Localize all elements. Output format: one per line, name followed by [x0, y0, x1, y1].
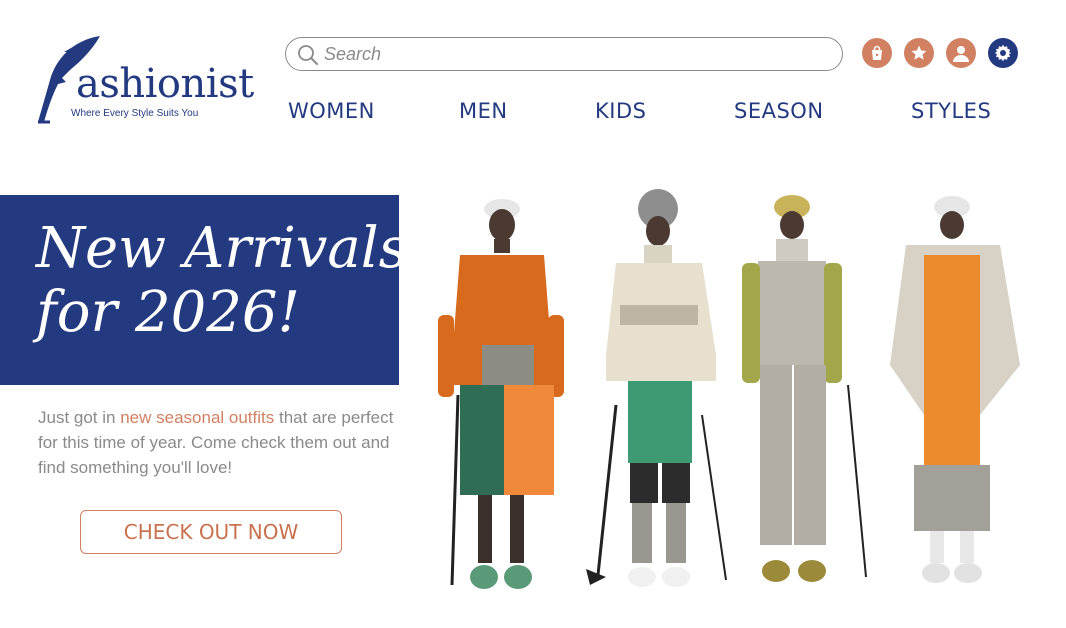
brand-tagline: Where Every Style Suits You	[71, 108, 199, 119]
hero-title-line-1: New Arrivals	[36, 216, 408, 281]
nav-kids[interactable]: KIDS	[595, 99, 646, 123]
hero-desc-highlight-link[interactable]: new seasonal outfits	[120, 408, 274, 427]
favorites-button[interactable]	[904, 38, 934, 68]
account-button[interactable]	[946, 38, 976, 68]
nav-men[interactable]: MEN	[459, 99, 508, 123]
hero-title: New Arrivals for 2026!	[36, 217, 407, 345]
settings-icon	[994, 44, 1012, 62]
hero-banner: New Arrivals for 2026!	[0, 195, 407, 385]
hero-title-line-2: for 2026!	[36, 280, 301, 345]
search-input[interactable]	[324, 42, 824, 66]
brand-logo[interactable]: ashionist Where Every Style Suits You	[34, 34, 254, 126]
search-icon	[298, 45, 318, 65]
outfit-figure-1	[438, 199, 564, 589]
mannequin-outfits-image	[438, 189, 1020, 589]
shopping-bag-icon	[872, 45, 882, 60]
nav-women[interactable]: WOMEN	[288, 99, 375, 123]
hero-desc-text-start: Just got in	[38, 408, 121, 427]
account-icon	[953, 46, 969, 62]
search-bar[interactable]	[285, 37, 843, 71]
shopping-bag-button[interactable]	[862, 38, 892, 68]
outfit-figure-3	[742, 195, 867, 582]
brand-name: ashionist	[76, 61, 254, 107]
settings-button[interactable]	[988, 38, 1018, 68]
star-icon	[911, 45, 927, 60]
hero-description: Just got in new seasonal outfits that ar…	[38, 405, 403, 480]
nav-styles[interactable]: STYLES	[911, 99, 991, 123]
outfit-figure-2	[586, 189, 727, 587]
outfit-figure-4	[890, 196, 1020, 583]
check-out-now-button[interactable]: CHECK OUT NOW	[80, 510, 342, 554]
nav-season[interactable]: SEASON	[734, 99, 824, 123]
